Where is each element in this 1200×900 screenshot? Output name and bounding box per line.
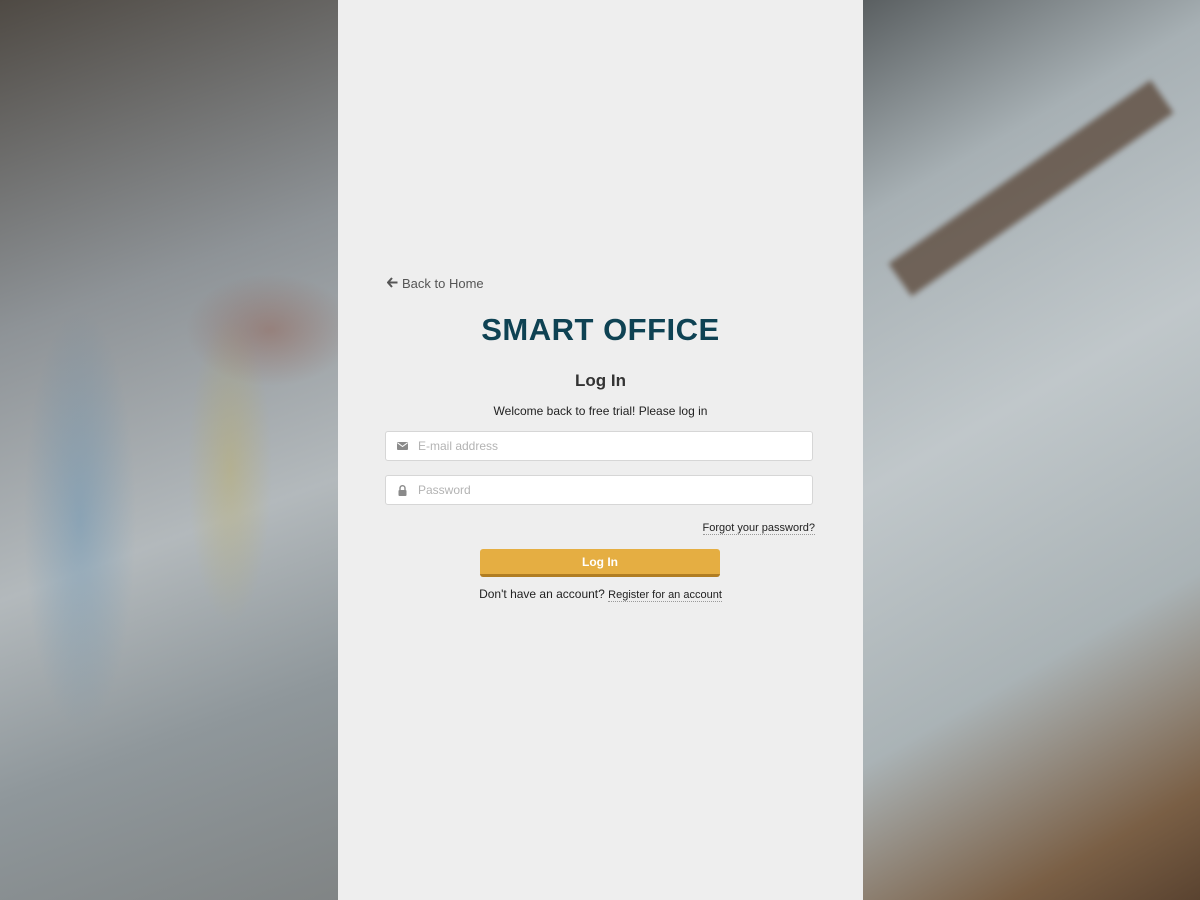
envelope-icon — [386, 442, 418, 450]
forgot-password-link[interactable]: Forgot your password? — [702, 522, 815, 535]
email-field-wrapper — [385, 431, 813, 461]
back-to-home-link[interactable]: Back to Home — [386, 276, 484, 291]
register-prompt: Don't have an account? Register for an a… — [338, 587, 863, 602]
welcome-message: Welcome back to free trial! Please log i… — [493, 404, 708, 418]
lock-icon — [386, 484, 418, 496]
arrow-left-icon — [386, 276, 398, 291]
brand-logo: SMART OFFICE — [481, 312, 720, 347]
password-field-wrapper — [385, 475, 813, 505]
login-button[interactable]: Log In — [480, 549, 720, 577]
register-link[interactable]: Register for an account — [608, 589, 722, 602]
no-account-text: Don't have an account? — [479, 587, 605, 601]
password-input[interactable] — [418, 477, 812, 503]
background-image-right — [863, 0, 1200, 900]
email-input[interactable] — [418, 433, 812, 459]
page-title: Log In — [575, 371, 626, 390]
back-to-home-label: Back to Home — [402, 276, 484, 291]
login-panel: Back to Home SMART OFFICE Log In Welcome… — [338, 0, 863, 900]
